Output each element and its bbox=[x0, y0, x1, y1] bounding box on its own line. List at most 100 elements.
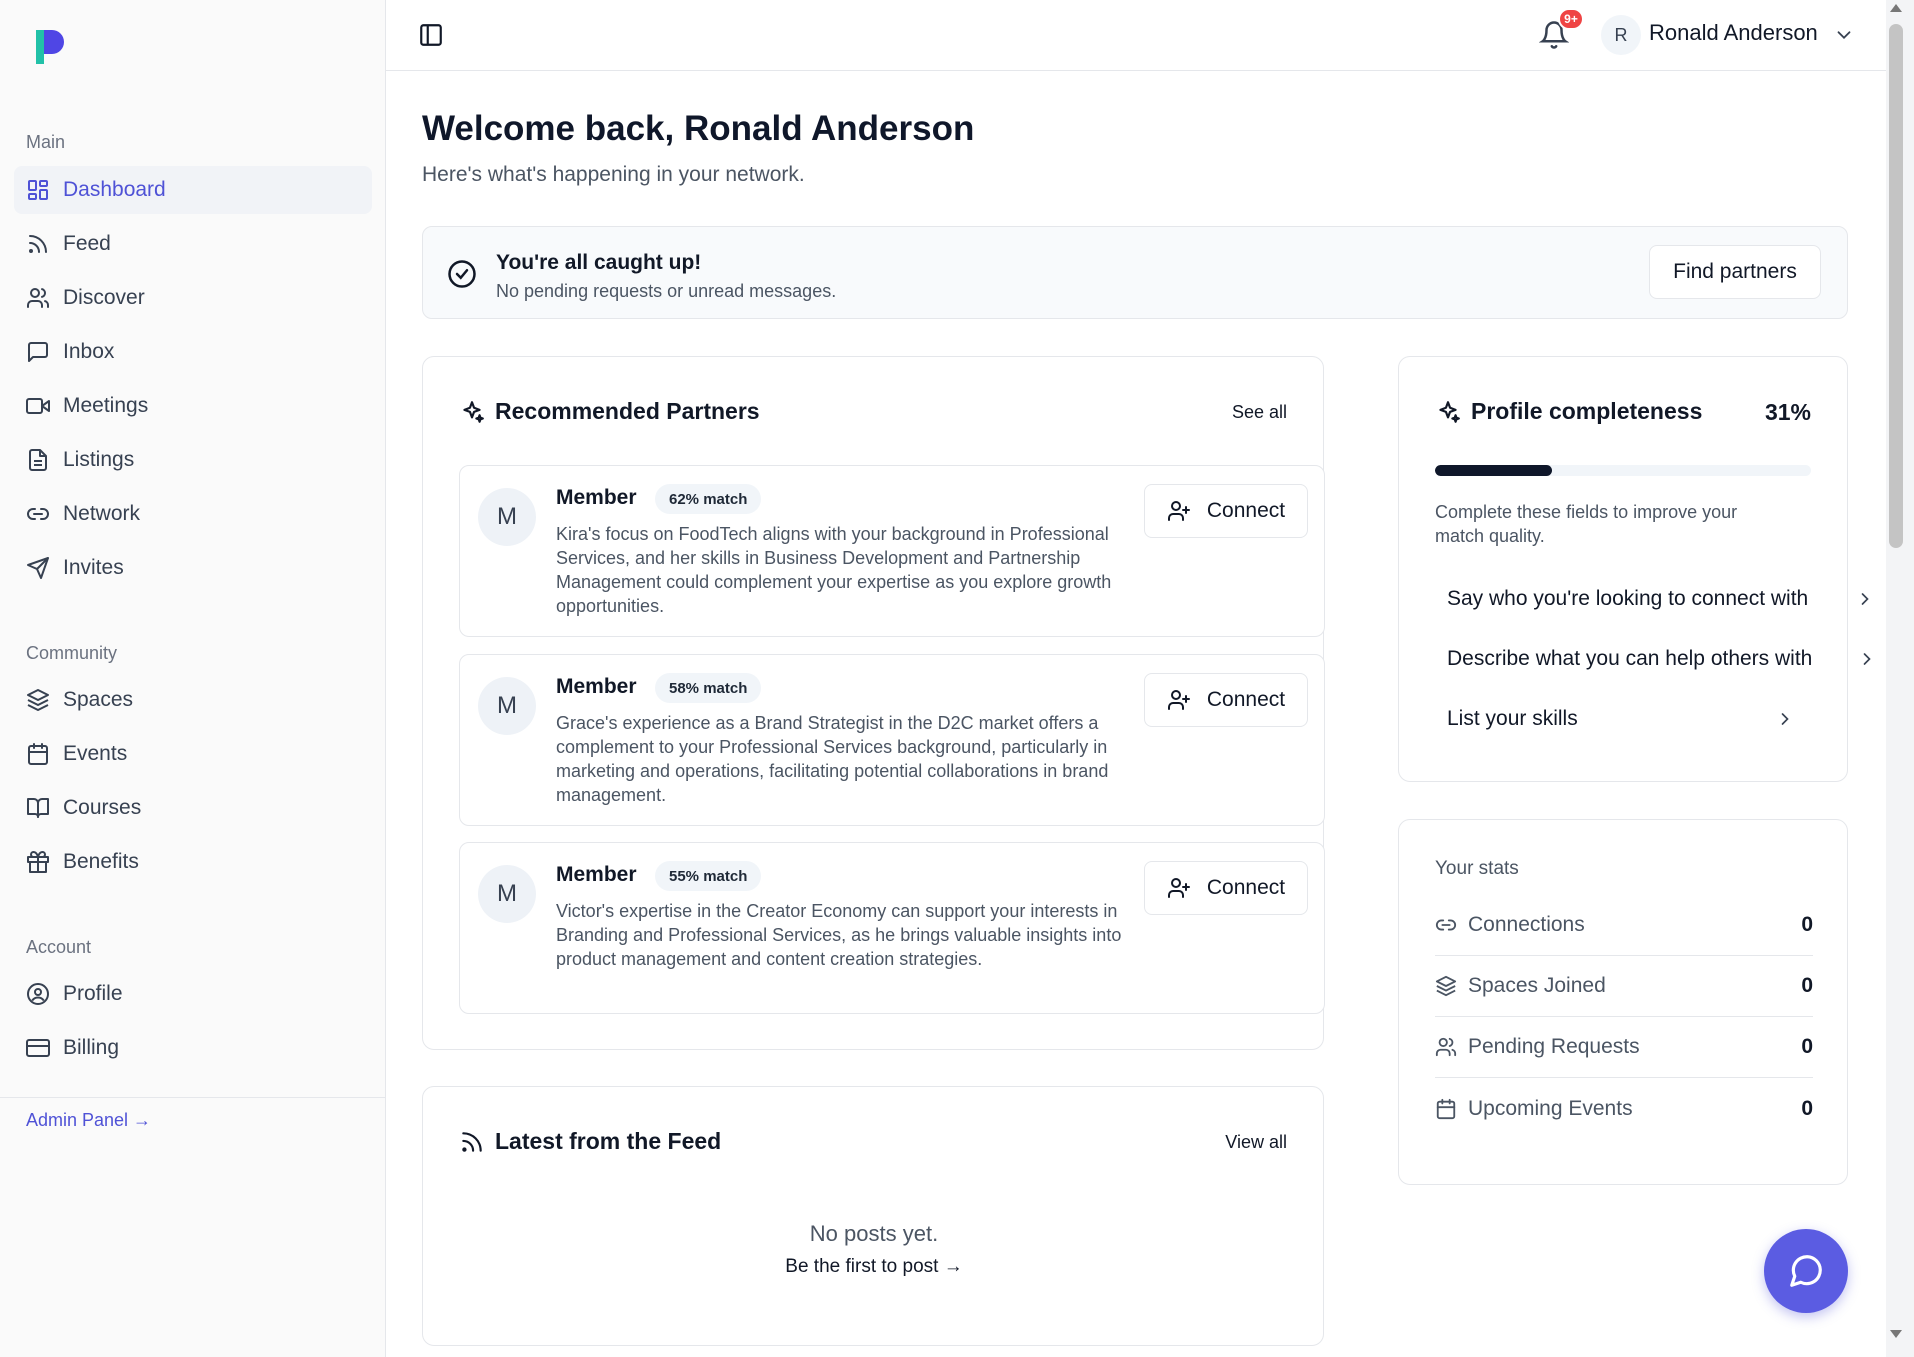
connect-button[interactable]: Connect bbox=[1144, 484, 1308, 538]
profile-completeness-title: Profile completeness bbox=[1471, 398, 1703, 424]
gift-icon bbox=[27, 851, 49, 873]
credit-card-icon bbox=[26, 1039, 50, 1057]
sidebar-toggle-button[interactable] bbox=[418, 22, 444, 48]
profile-progress-fill bbox=[1435, 465, 1552, 476]
link-icon bbox=[27, 508, 49, 520]
top-bar: 9+ R Ronald Anderson bbox=[386, 0, 1886, 71]
sidebar-item-billing[interactable]: Billing bbox=[14, 1024, 372, 1072]
sidebar-section-account: Account bbox=[26, 937, 92, 957]
todo-label: Describe what you can help others with bbox=[1447, 647, 1813, 670]
todo-list-skills[interactable]: List your skills bbox=[1435, 695, 1811, 743]
sidebar-item-label: Network bbox=[63, 502, 141, 525]
layers-icon bbox=[27, 689, 49, 711]
chevron-right-icon bbox=[1863, 653, 1871, 665]
sidebar-item-discover[interactable]: Discover bbox=[14, 274, 372, 322]
panel-left-icon bbox=[420, 24, 442, 46]
partner-description: Kira's focus on FoodTech aligns with you… bbox=[556, 524, 1112, 616]
page-subtitle: Here's what's happening in your network. bbox=[422, 163, 805, 186]
partner-name[interactable]: Member bbox=[556, 863, 637, 887]
sidebar-item-courses[interactable]: Courses bbox=[14, 784, 372, 832]
partner-name[interactable]: Member bbox=[556, 486, 637, 510]
sidebar-item-label: Listings bbox=[63, 448, 135, 471]
stat-spaces-joined: Spaces Joined 0 bbox=[1435, 956, 1813, 1017]
todo-looking-to-connect[interactable]: Say who you're looking to connect with bbox=[1435, 575, 1875, 623]
admin-panel-link[interactable]: Admin Panel → bbox=[26, 1110, 151, 1131]
dashboard-icon bbox=[28, 180, 48, 200]
find-partners-button[interactable]: Find partners bbox=[1649, 245, 1821, 299]
stat-label: Spaces Joined bbox=[1468, 974, 1606, 997]
sidebar-section-main: Main bbox=[26, 132, 66, 152]
sidebar-item-benefits[interactable]: Benefits bbox=[14, 838, 372, 886]
file-text-icon bbox=[29, 449, 47, 471]
sidebar-item-label: Benefits bbox=[63, 850, 139, 873]
todo-help-others[interactable]: Describe what you can help others with bbox=[1435, 635, 1875, 683]
check-circle-icon bbox=[447, 259, 477, 289]
sidebar-item-listings[interactable]: Listings bbox=[14, 436, 372, 484]
chevron-right-icon bbox=[1781, 713, 1789, 725]
stat-label: Pending Requests bbox=[1468, 1035, 1640, 1058]
caught-up-banner: You're all caught up! No pending request… bbox=[422, 226, 1848, 319]
connect-label: Connect bbox=[1206, 688, 1286, 711]
match-badge: 58% match bbox=[655, 673, 762, 703]
partner-avatar[interactable]: M bbox=[478, 677, 536, 735]
sidebar-item-meetings[interactable]: Meetings bbox=[14, 382, 372, 430]
partner-name[interactable]: Member bbox=[556, 675, 637, 699]
sidebar-item-label: Feed bbox=[63, 232, 111, 255]
sidebar-item-spaces[interactable]: Spaces bbox=[14, 676, 372, 724]
partner-avatar[interactable]: M bbox=[478, 865, 536, 923]
your-stats-card: Your stats Connections 0 Spaces Joined 0… bbox=[1398, 819, 1848, 1185]
sidebar-item-events[interactable]: Events bbox=[14, 730, 372, 778]
stat-label: Upcoming Events bbox=[1468, 1096, 1633, 1120]
first-post-link-text[interactable]: Be the first to post → bbox=[785, 1256, 962, 1277]
connect-button[interactable]: Connect bbox=[1144, 673, 1308, 727]
sidebar-divider bbox=[0, 1097, 386, 1098]
partner-avatar[interactable]: M bbox=[478, 488, 536, 546]
sidebar-section-community: Community bbox=[26, 643, 118, 663]
stats-title: Your stats bbox=[1435, 858, 1519, 879]
notification-badge: 9+ bbox=[1558, 8, 1584, 30]
scroll-down-arrow-icon[interactable] bbox=[1890, 1330, 1902, 1338]
chevron-right-icon bbox=[1861, 593, 1869, 605]
user-plus-icon bbox=[1167, 690, 1190, 710]
chat-fab-button[interactable] bbox=[1764, 1229, 1848, 1313]
calendar-icon bbox=[28, 743, 48, 765]
todo-label: List your skills bbox=[1447, 707, 1578, 730]
user-menu-chevron[interactable] bbox=[1833, 24, 1855, 46]
users-icon bbox=[27, 288, 49, 308]
sidebar-item-dashboard[interactable]: Dashboard bbox=[14, 166, 372, 214]
connect-button[interactable]: Connect bbox=[1144, 861, 1308, 915]
stat-value: 0 bbox=[1801, 913, 1813, 936]
todo-label: Say who you're looking to connect with bbox=[1447, 587, 1809, 610]
sidebar-item-label: Profile bbox=[63, 982, 123, 1005]
user-avatar[interactable]: R bbox=[1601, 15, 1641, 55]
connect-label: Connect bbox=[1206, 499, 1286, 522]
scrollbar-thumb[interactable] bbox=[1889, 24, 1903, 548]
sidebar-item-network[interactable]: Network bbox=[14, 490, 372, 538]
profile-completeness-card: Profile completeness 31% Complete these … bbox=[1398, 356, 1871, 782]
message-circle-icon bbox=[1790, 1255, 1822, 1287]
stat-upcoming-events: Upcoming Events 0 bbox=[1435, 1078, 1813, 1139]
user-menu-name[interactable]: Ronald Anderson bbox=[1649, 20, 1818, 46]
stat-pending-requests: Pending Requests 0 bbox=[1435, 1017, 1813, 1078]
user-plus-icon bbox=[1167, 878, 1190, 898]
see-all-link[interactable]: See all bbox=[1232, 402, 1287, 423]
sidebar-item-invites[interactable]: Invites bbox=[14, 544, 372, 592]
users-icon bbox=[1435, 1037, 1457, 1057]
link-icon bbox=[1435, 919, 1457, 931]
partner-card: M Member 55% match Victor's expertise in… bbox=[459, 842, 1325, 1014]
app-logo[interactable] bbox=[30, 26, 70, 68]
sidebar-item-label: Courses bbox=[63, 796, 142, 819]
match-badge: 62% match bbox=[655, 484, 762, 514]
layers-icon bbox=[1435, 975, 1457, 997]
stat-value: 0 bbox=[1801, 974, 1813, 997]
view-all-link[interactable]: View all bbox=[1225, 1132, 1287, 1153]
sidebar-item-label: Invites bbox=[63, 556, 124, 579]
scroll-up-arrow-icon[interactable] bbox=[1890, 4, 1902, 12]
send-icon bbox=[27, 557, 49, 579]
sidebar-item-inbox[interactable]: Inbox bbox=[14, 328, 372, 376]
sidebar-item-label: Dashboard bbox=[63, 178, 166, 201]
sidebar-item-label: Meetings bbox=[63, 394, 149, 417]
sidebar-item-profile[interactable]: Profile bbox=[14, 970, 372, 1018]
stat-label: Connections bbox=[1468, 913, 1585, 936]
sidebar-item-feed[interactable]: Feed bbox=[14, 220, 372, 268]
